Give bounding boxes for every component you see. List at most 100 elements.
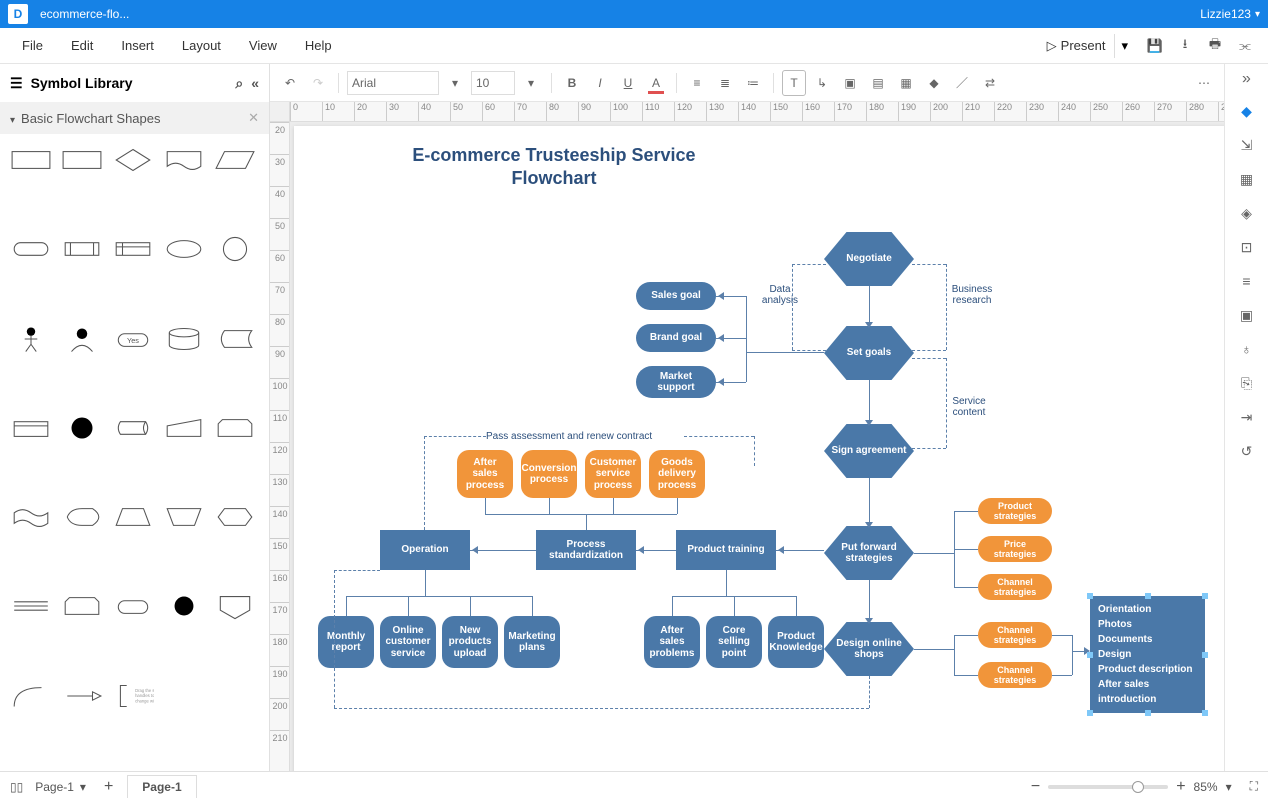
page-select-caret[interactable]: ▾ [80,780,86,794]
node-after-sales-problems[interactable]: After sales problems [644,616,700,668]
node-marketing-plans[interactable]: Marketing plans [504,616,560,668]
zoom-out-button[interactable]: − [1031,778,1040,796]
node-info-box[interactable]: Orientation Photos Documents Design Prod… [1090,596,1205,713]
node-channel-strategies-2[interactable]: Channel strategies [978,622,1052,648]
collapse-right-icon[interactable]: « [1242,70,1251,88]
node-after-sales-process[interactable]: After sales process [457,450,513,498]
shape-arrow-right[interactable] [61,680,103,712]
collapse-left-icon[interactable]: « [251,75,259,91]
shape-hexagon[interactable] [214,501,256,533]
shape-trapezoid-2[interactable] [163,501,205,533]
ruler-vertical[interactable]: 2030405060708090100110120130140150160170… [270,122,290,771]
font-color-button[interactable]: A [644,70,668,96]
page-canvas[interactable]: E-commerce Trusteeship Service Flowchart… [294,126,1224,771]
save-icon[interactable]: 💾 [1146,37,1164,55]
fill-button[interactable]: ◆ [922,70,946,96]
shape-actor[interactable] [10,323,52,355]
list-button[interactable]: ≔ [741,70,765,96]
shape-arc[interactable] [10,680,52,712]
shape-pill[interactable] [112,590,154,622]
font-size-select[interactable] [471,71,515,95]
node-put-forward[interactable]: Put forward strategies [824,526,914,580]
shape-internal-storage[interactable] [112,233,154,265]
text-tool-button[interactable]: T [782,70,806,96]
fill-panel-icon[interactable]: ◆ [1236,100,1258,122]
download-icon[interactable]: ⭳ [1176,37,1194,55]
node-sign-agreement[interactable]: Sign agreement [824,424,914,478]
node-negotiate[interactable]: Negotiate [824,232,914,286]
align-v-button[interactable]: ≣ [713,70,737,96]
shape-manual-input[interactable] [163,412,205,444]
shape-diamond[interactable] [112,144,154,176]
shape-loop-limit[interactable] [214,412,256,444]
pages-layout-icon[interactable]: ▯▯ [10,780,23,794]
export-panel-icon[interactable]: ⇲ [1236,134,1258,156]
redo-button[interactable]: ↷ [306,70,330,96]
menu-layout[interactable]: Layout [168,38,235,53]
node-product-knowledge[interactable]: Product Knowledge [768,616,824,668]
menu-view[interactable]: View [235,38,291,53]
close-section-icon[interactable]: ✕ [248,110,259,126]
node-goods-delivery-process[interactable]: Goods delivery process [649,450,705,498]
menu-help[interactable]: Help [291,38,346,53]
layers-panel-icon[interactable]: ◈ [1236,202,1258,224]
shape-circle[interactable] [214,233,256,265]
grid-panel-icon[interactable]: ▦ [1236,168,1258,190]
shape-yes-pill[interactable]: Yes [112,323,154,355]
group-button[interactable]: ▦ [894,70,918,96]
node-set-goals[interactable]: Set goals [824,326,914,380]
line-button[interactable]: ／ [950,70,974,96]
shape-rectangle-2[interactable] [61,144,103,176]
shape-trapezoid[interactable] [112,501,154,533]
node-product-strategies[interactable]: Product strategies [978,498,1052,524]
shape-offpage[interactable] [214,590,256,622]
page-select-label[interactable]: Page-1 [35,780,74,794]
font-size-caret[interactable]: ▾ [519,70,543,96]
shape-document[interactable] [163,144,205,176]
shape-parallelogram[interactable] [214,144,256,176]
history-panel-icon[interactable]: ↺ [1236,440,1258,462]
font-family-caret[interactable]: ▾ [443,70,467,96]
shape-circle-2[interactable] [61,412,103,444]
node-design-shops[interactable]: Design online shops [824,622,914,676]
ruler-horizontal[interactable]: 0102030405060708090100110120130140150160… [290,102,1224,122]
node-price-strategies[interactable]: Price strategies [978,536,1052,562]
node-process-std[interactable]: Process standardization [536,530,636,570]
font-family-select[interactable] [347,71,439,95]
shape-terminator[interactable] [10,233,52,265]
shape-display[interactable] [61,501,103,533]
sitemap-panel-icon[interactable]: ♁ [1236,338,1258,360]
shape-cylinder-side[interactable] [112,412,154,444]
more-options-button[interactable]: ⋯ [1192,70,1216,96]
node-product-training[interactable]: Product training [676,530,776,570]
node-monthly-report[interactable]: Monthly report [318,616,374,668]
node-market-support[interactable]: Market support [636,366,716,398]
arrow-style-button[interactable]: ⇄ [978,70,1002,96]
node-brand-goal[interactable]: Brand goal [636,324,716,352]
present-button[interactable]: ▷Present [1038,33,1115,59]
menu-file[interactable]: File [8,38,57,53]
page-tab-1[interactable]: Page-1 [127,775,196,798]
align-h-button[interactable]: ≡ [685,70,709,96]
node-online-customer-service[interactable]: Online customer service [380,616,436,668]
zoom-slider[interactable] [1048,785,1168,789]
node-sales-goal[interactable]: Sales goal [636,282,716,310]
shape-tape[interactable] [10,501,52,533]
shape-triple-line[interactable] [10,590,52,622]
send-back-button[interactable]: ▤ [866,70,890,96]
clipboard-panel-icon[interactable]: ⎘ [1236,372,1258,394]
zoom-in-button[interactable]: + [1176,778,1185,796]
shape-cut-rect[interactable] [61,590,103,622]
node-channel-strategies[interactable]: Channel strategies [978,574,1052,600]
shape-small-circle[interactable] [163,590,205,622]
data-panel-icon[interactable]: ≡ [1236,270,1258,292]
shape-annotation[interactable]: Drag the sidehandles tochange width [112,680,154,712]
node-core-selling-point[interactable]: Core selling point [706,616,762,668]
shape-stored-data[interactable] [214,323,256,355]
user-menu[interactable]: Lizzie123 [1200,7,1260,21]
shape-user[interactable] [61,323,103,355]
fit-screen-button[interactable]: ⛶ [1250,779,1258,794]
zoom-caret[interactable]: ▾ [1226,780,1232,794]
connector-button[interactable]: ↳ [810,70,834,96]
node-customer-service-process[interactable]: Customer service process [585,450,641,498]
